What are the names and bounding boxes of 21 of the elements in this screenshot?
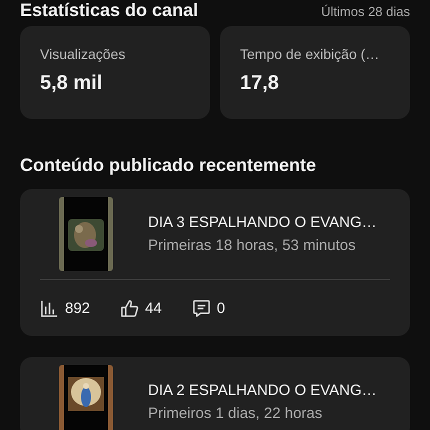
stat-label: Visualizações — [40, 46, 126, 62]
video-card[interactable]: DIA 3 ESPALHANDO O EVANG… Primeiras 18 horas, 53 minutos 892 44 0 — [20, 189, 410, 336]
section-title: Conteúdo publicado recentemente — [20, 155, 318, 176]
stat-value: 5,8 mil — [40, 72, 104, 95]
thumbs-up-icon — [120, 299, 140, 318]
section-title: Estatísticas do canal — [20, 0, 198, 21]
video-title: DIA 3 ESPALHANDO O EVANG… — [148, 214, 377, 231]
video-subtitle: Primeiras 18 horas, 53 minutos — [148, 237, 357, 254]
bar-chart-icon — [40, 299, 59, 318]
metric-value: 0 — [216, 300, 226, 317]
video-title: DIA 2 ESPALHANDO O EVANG… — [148, 382, 377, 399]
stat-card[interactable]: Tempo de exibição (… 17,8 — [220, 26, 410, 119]
metric-value: 892 — [65, 300, 90, 317]
metric-value: 44 — [145, 300, 162, 317]
period-label: Últimos 28 dias — [321, 4, 410, 19]
stat-label: Tempo de exibição (… — [240, 46, 380, 62]
comment-icon — [192, 299, 211, 318]
video-subtitle: Primeiros 1 dias, 22 horas — [148, 405, 324, 422]
stat-card[interactable]: Visualizações 5,8 mil — [20, 26, 210, 119]
stat-value: 17,8 — [240, 72, 280, 95]
video-card[interactable]: DIA 2 ESPALHANDO O EVANG… Primeiros 1 dias, 22 horas — [20, 357, 410, 430]
